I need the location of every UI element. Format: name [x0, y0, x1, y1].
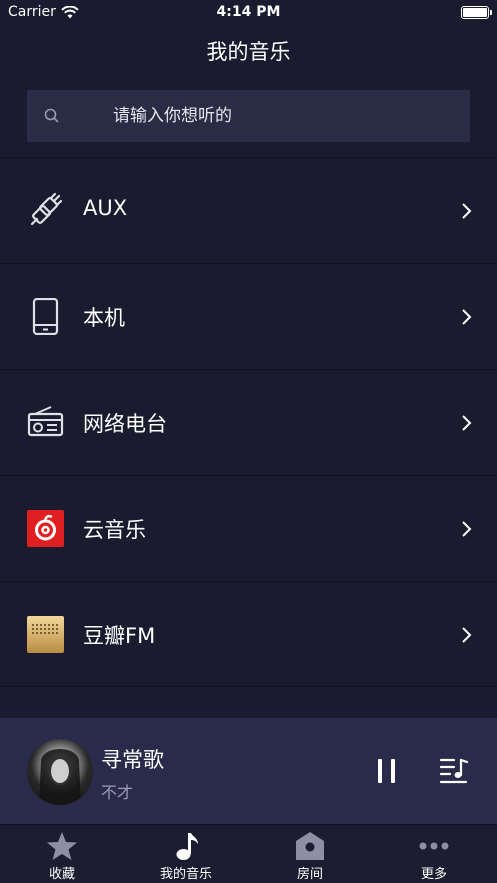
- source-label: 云音乐: [83, 518, 146, 542]
- search-bar[interactable]: [27, 90, 470, 142]
- source-row-aux[interactable]: AUX: [0, 157, 497, 263]
- chevron-right-icon: [462, 415, 472, 431]
- tab-room[interactable]: 房间: [265, 831, 355, 882]
- battery-icon: [461, 6, 492, 19]
- star-icon: [47, 832, 77, 860]
- tab-more[interactable]: 更多: [389, 831, 479, 882]
- tab-favorites[interactable]: 收藏: [17, 831, 107, 882]
- more-dots-icon: [419, 842, 449, 850]
- netease-cloud-music-icon: [27, 510, 64, 547]
- tab-my-music[interactable]: 我的音乐: [141, 831, 231, 882]
- phone-icon: [32, 298, 59, 335]
- source-row-radio[interactable]: 网络电台: [0, 369, 497, 475]
- song-artist: 不才: [101, 783, 134, 802]
- tab-label: 收藏: [48, 867, 75, 882]
- chevron-right-icon: [462, 203, 472, 219]
- artist-portrait-icon: [39, 749, 81, 805]
- source-row-local[interactable]: 本机: [0, 263, 497, 369]
- tab-label: 房间: [296, 867, 323, 882]
- tab-label: 更多: [420, 867, 447, 882]
- search-icon: [44, 108, 59, 123]
- page-title: 我的音乐: [206, 40, 291, 64]
- now-playing-bar[interactable]: 寻常歌 不才: [0, 718, 497, 824]
- house-icon: [296, 832, 324, 860]
- tab-bar: 收藏 我的音乐 房间 更多: [0, 824, 497, 883]
- plug-icon: [30, 192, 63, 226]
- music-note-icon: [176, 833, 198, 860]
- playlist-queue-button[interactable]: [438, 756, 470, 786]
- music-source-list: AUX 本机 网络电台 云音乐 豆瓣FM: [0, 157, 497, 687]
- douban-fm-icon: [27, 616, 64, 653]
- source-row-douban-fm[interactable]: 豆瓣FM: [0, 581, 497, 687]
- tab-label: 我的音乐: [159, 867, 212, 882]
- source-label: AUX: [83, 196, 128, 220]
- source-row-cloud-music[interactable]: 云音乐: [0, 475, 497, 581]
- search-input[interactable]: [113, 103, 453, 129]
- chevron-right-icon: [462, 309, 472, 325]
- source-label: 豆瓣FM: [83, 624, 156, 648]
- chevron-right-icon: [462, 627, 472, 643]
- status-time: 4:14 PM: [216, 4, 281, 20]
- chevron-right-icon: [462, 521, 472, 537]
- status-bar: Carrier 4:14 PM: [0, 0, 497, 26]
- pause-button[interactable]: [372, 756, 402, 786]
- song-title: 寻常歌: [101, 748, 164, 772]
- radio-icon: [27, 406, 64, 437]
- source-label: 网络电台: [83, 412, 167, 436]
- album-cover[interactable]: [27, 739, 93, 805]
- source-label: 本机: [83, 306, 125, 330]
